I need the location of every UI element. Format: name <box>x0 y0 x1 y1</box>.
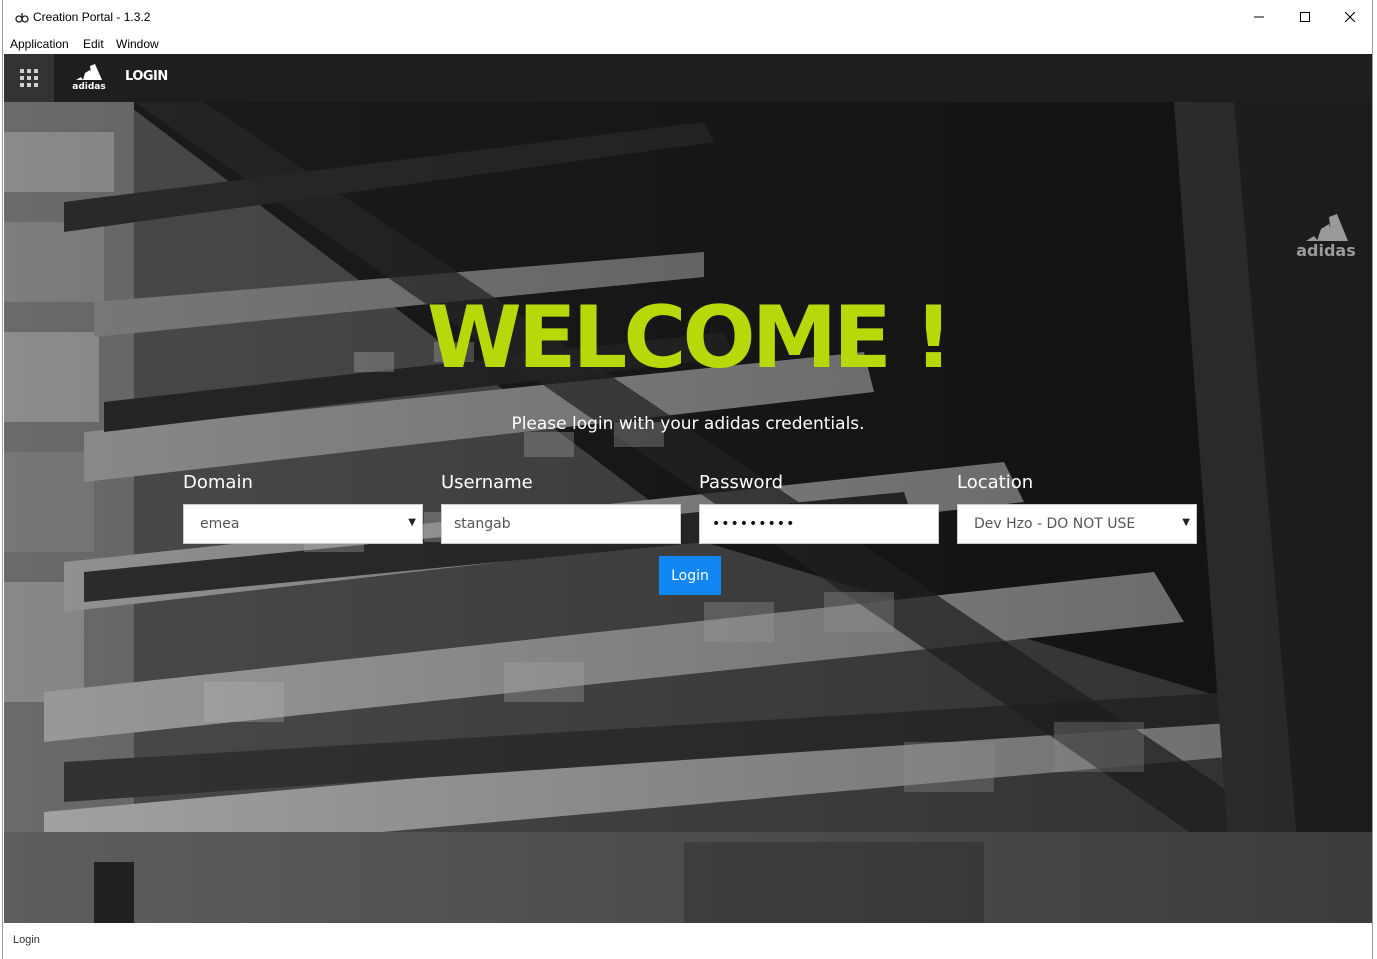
close-button[interactable] <box>1327 0 1373 34</box>
minimize-button[interactable] <box>1236 0 1282 34</box>
maximize-icon <box>1300 12 1310 22</box>
adidas-logo: adidas <box>72 64 106 90</box>
window-title: Creation Portal - 1.3.2 <box>33 10 151 24</box>
welcome-heading: WELCOME ! <box>426 288 953 388</box>
login-hero: adidas WELCOME ! Please login with your … <box>4 102 1372 923</box>
maximize-button[interactable] <box>1282 0 1328 34</box>
username-label: Username <box>441 472 533 493</box>
menu-application[interactable]: Application <box>10 37 69 51</box>
username-input[interactable]: stangab <box>441 504 681 544</box>
title-bar: Creation Portal - 1.3.2 <box>3 0 1372 36</box>
page-title: LOGIN <box>125 69 168 84</box>
menu-window[interactable]: Window <box>116 37 159 51</box>
brand-wordmark: adidas <box>72 82 105 90</box>
app-window: Creation Portal - 1.3.2 Application Edit… <box>2 0 1373 959</box>
password-label: Password <box>699 472 784 493</box>
menu-bar: Application Edit Window <box>3 36 1372 54</box>
domain-value: emea <box>200 516 240 532</box>
location-select[interactable]: Dev Hzo - DO NOT USE ▼ <box>957 504 1197 544</box>
apps-grid-icon <box>20 69 38 87</box>
app-icon <box>15 13 29 23</box>
corner-brand-wordmark: adidas <box>1296 241 1356 258</box>
status-bar: Login <box>4 923 1372 959</box>
status-text: Login <box>13 934 40 946</box>
login-button[interactable]: Login <box>659 556 721 595</box>
location-label: Location <box>957 472 1034 493</box>
menu-edit[interactable]: Edit <box>83 37 104 51</box>
username-value: stangab <box>454 516 511 532</box>
minimize-icon <box>1254 16 1264 18</box>
close-icon <box>1345 12 1355 22</box>
password-value: ••••••••• <box>712 516 796 532</box>
domain-label: Domain <box>183 472 253 493</box>
location-value: Dev Hzo - DO NOT USE <box>974 516 1136 532</box>
password-input[interactable]: ••••••••• <box>699 504 939 544</box>
app-header: adidas LOGIN <box>4 54 1372 102</box>
login-instructions: Please login with your adidas credential… <box>511 414 865 434</box>
adidas-corner-logo: adidas <box>1296 214 1356 258</box>
apps-grid-button[interactable] <box>4 54 54 102</box>
chevron-down-icon: ▼ <box>408 517 416 528</box>
chevron-down-icon: ▼ <box>1182 517 1190 528</box>
domain-select[interactable]: emea ▼ <box>183 504 423 544</box>
